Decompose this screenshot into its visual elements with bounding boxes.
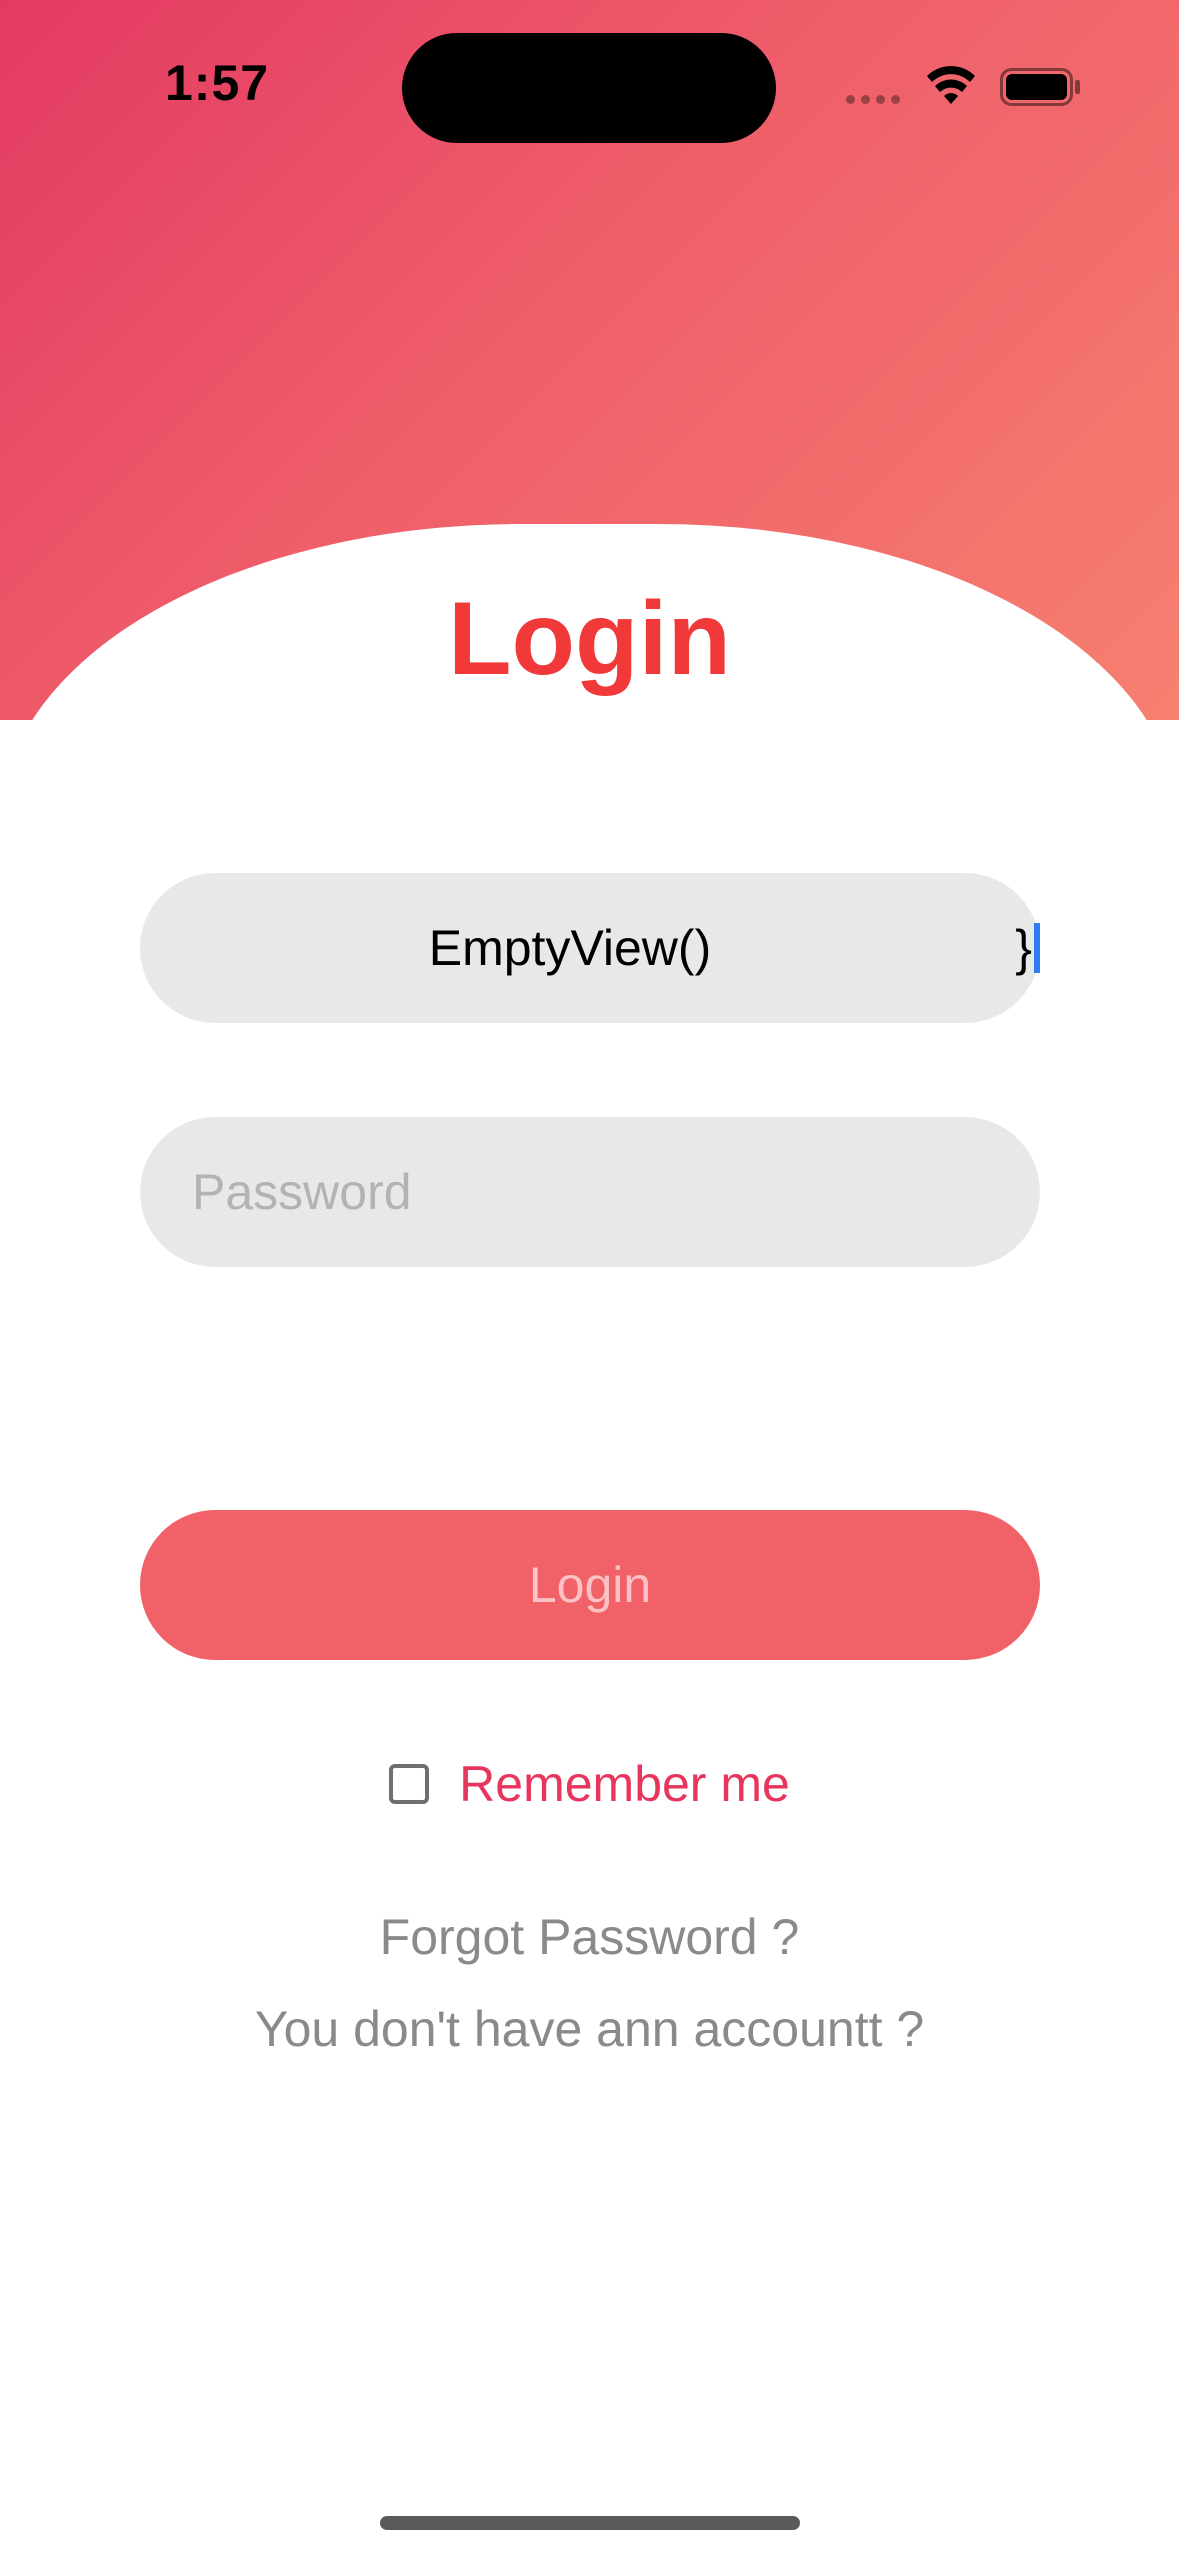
login-button[interactable]: Login	[140, 1510, 1040, 1660]
password-input[interactable]	[190, 1162, 1040, 1222]
dynamic-island	[402, 33, 776, 143]
checkbox-icon[interactable]	[389, 1764, 430, 1804]
remember-me-label[interactable]: Remember me	[459, 1755, 790, 1813]
signup-link[interactable]: You don't have ann accountt ?	[0, 2000, 1179, 2058]
password-field[interactable]	[140, 1117, 1040, 1267]
home-indicator[interactable]	[380, 2516, 800, 2530]
remember-me-row[interactable]: Remember me	[0, 1755, 1179, 1813]
email-field-value: EmptyView()	[428, 920, 712, 976]
battery-icon	[1000, 68, 1080, 106]
text-cursor: }	[1015, 923, 1040, 973]
status-time: 1:57	[165, 55, 270, 111]
page-title: Login	[447, 581, 731, 697]
cellular-signal-icon	[846, 95, 904, 105]
wifi-icon	[927, 66, 975, 104]
email-field[interactable]: EmptyView() }	[140, 873, 1040, 1023]
forgot-password-link[interactable]: Forgot Password ?	[0, 1908, 1179, 1966]
